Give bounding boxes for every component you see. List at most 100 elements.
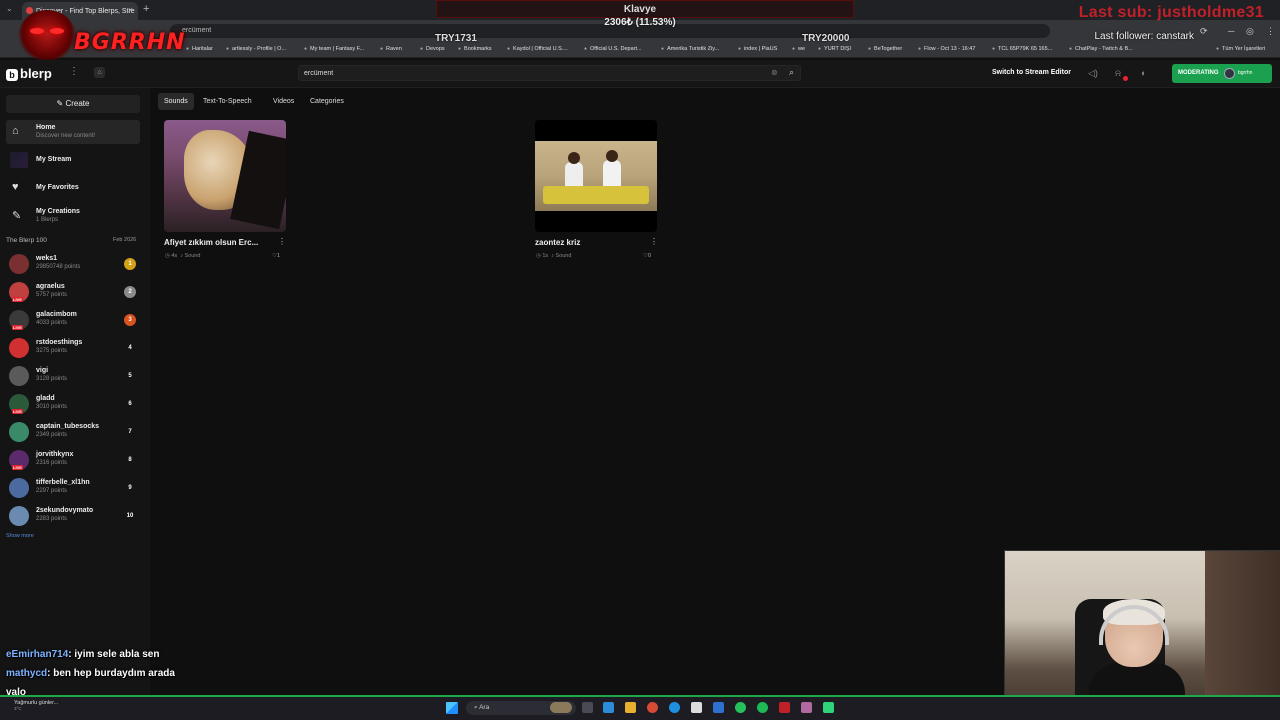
ranking-row[interactable]: vigi 3128 points 5 [6, 364, 140, 388]
switch-to-stream-editor-button[interactable]: Switch to Stream Editor [992, 69, 1071, 76]
more-options-icon[interactable]: ⋮ [650, 237, 658, 246]
ranking-name: jorvithkynx [36, 451, 74, 458]
blerp-meta: ◷ 4s ♪ Sound [165, 253, 200, 259]
bookmark[interactable]: Tüm Yer İşaretleri [1216, 46, 1265, 52]
rank-badge: 4 [128, 345, 132, 351]
search-input[interactable] [304, 68, 764, 79]
ranking-row[interactable]: captain_tubesocks 2349 points 7 [6, 420, 140, 444]
browser-icon[interactable] [669, 702, 680, 713]
last-sub-label: Last sub: justholdme31 [1078, 4, 1264, 21]
ranking-name: weks1 [36, 255, 58, 262]
ranking-row[interactable]: tifferbelle_xl1hn 2297 points 9 [6, 476, 140, 500]
blerp-logo-text: blerp [20, 66, 52, 81]
bookmark[interactable]: Official U.S. Depart... [584, 46, 642, 52]
sidebar-item-my-creations[interactable]: ✎ My Creations 1 Blerps [6, 204, 140, 228]
obs-icon[interactable] [801, 702, 812, 713]
store-icon[interactable] [691, 702, 702, 713]
like-button[interactable]: ♡1 [272, 253, 280, 259]
search-icon[interactable]: ⌕ [789, 67, 794, 78]
bookmark[interactable]: Kaydol | Official U.S.... [507, 46, 568, 52]
ranking-row[interactable]: LIVE jorvithkynx 2316 points 8 [6, 448, 140, 472]
stream-logo: BGRRHN [6, 4, 186, 66]
twitch-icon[interactable]: ◐ [1141, 68, 1146, 78]
discord-icon[interactable] [823, 702, 834, 713]
ranking-points: 3128 points [36, 376, 68, 382]
bookmark[interactable]: we [792, 46, 805, 52]
avatar [9, 254, 29, 274]
ranking-row[interactable]: 2sekundovymato 2283 points 10 [6, 504, 140, 528]
ranking-points: 29850748 points [36, 264, 81, 270]
chat-text: ben hep burdaydım arada [53, 668, 175, 679]
tab-videos[interactable]: Videos [267, 93, 300, 110]
sidebar-item-label: My Creations [36, 208, 80, 215]
tab-sounds[interactable]: Sounds [158, 93, 194, 110]
weather-widget[interactable]: Yağmurlu günler... 3°C [14, 700, 58, 711]
bookmark[interactable]: ChatPlay - Twitch & B... [1069, 46, 1133, 52]
moderating-button[interactable]: MODERATING bgrrhn [1172, 64, 1272, 83]
bookmark[interactable]: artlessly - Profile | O... [226, 46, 286, 52]
sidebar-item-my-favorites[interactable]: ♥ My Favorites [6, 176, 140, 200]
ranking-points: 3275 points [36, 348, 68, 354]
chat-user: eEmirhan714 [6, 649, 69, 660]
ranking-row[interactable]: LIVE gladd 3010 points 6 [6, 392, 140, 416]
show-more-link[interactable]: Show more [6, 533, 34, 539]
blerp-logo[interactable]: b blerp [6, 66, 52, 81]
bookmark[interactable]: Devops [420, 46, 445, 52]
ranking-row[interactable]: weks1 29850748 points 1 [6, 252, 140, 276]
chrome-icon[interactable] [647, 702, 658, 713]
widgets-icon[interactable] [550, 702, 572, 713]
blerp-type: Sound [555, 253, 572, 259]
bookmark[interactable]: BeTogether [868, 46, 902, 52]
notifications-icon[interactable]: ⍾ [1115, 68, 1121, 79]
tab-text-to-speech[interactable]: Text-To-Speech [197, 93, 258, 110]
home-icon: ⌂ [12, 125, 19, 137]
heart-icon: ♥ [12, 181, 19, 193]
ranking-row[interactable]: rstdoesthings 3275 points 4 [6, 336, 140, 360]
ranking-name: rstdoesthings [36, 339, 83, 346]
bookmark[interactable]: Bookmarks [458, 46, 492, 52]
app-icon[interactable] [779, 702, 790, 713]
blerp-title[interactable]: Afiyet zıkkım olsun Erc... [164, 238, 258, 247]
blerp-thumbnail[interactable] [164, 120, 286, 232]
search-box: ⊗ ⌕ [298, 65, 801, 81]
bookmark[interactable]: Raven [380, 46, 402, 52]
file-explorer-icon[interactable] [625, 702, 636, 713]
bookmark[interactable]: Haritalar [186, 46, 213, 52]
like-button[interactable]: ♡0 [643, 253, 651, 259]
screen: ⌄ Discover - Find Top Blerps, Stre × + e… [0, 0, 1280, 720]
rank-badge: 1 [124, 258, 136, 270]
sidebar-item-home[interactable]: ⌂ Home Discover new content! [6, 120, 140, 144]
volume-icon[interactable]: ◁) [1088, 68, 1098, 79]
mail-icon[interactable] [713, 702, 724, 713]
sidebar-item-label: My Favorites [36, 184, 79, 191]
task-view-icon[interactable] [582, 702, 593, 713]
ranking-name: gladd [36, 395, 55, 402]
more-options-icon[interactable]: ⋮ [69, 66, 79, 77]
home-icon[interactable]: ⌂ [94, 67, 105, 78]
windows-start-icon[interactable] [446, 702, 458, 714]
blerp-thumbnail[interactable] [535, 120, 657, 232]
edge-icon[interactable] [603, 702, 614, 713]
bookmark[interactable]: index | PiaUS [738, 46, 777, 52]
whatsapp-icon[interactable] [735, 702, 746, 713]
create-button[interactable]: ✎ Create [6, 95, 140, 113]
ranking-points: 4033 points [36, 320, 68, 326]
bookmark[interactable]: TCL 65P79K 65 165... [992, 46, 1052, 52]
sidebar-item-my-stream[interactable]: My Stream [6, 148, 140, 172]
more-options-icon[interactable]: ⋮ [278, 237, 286, 246]
spotify-icon[interactable] [757, 702, 768, 713]
clear-search-icon[interactable]: ⊗ [771, 68, 778, 77]
ranking-row[interactable]: LIVE agraelus 5757 points 2 [6, 280, 140, 304]
bookmark[interactable]: Amerika Turistik Ziy... [661, 46, 719, 52]
notification-badge [1123, 76, 1128, 81]
clock-icon: ◷ [165, 253, 170, 259]
bookmark[interactable]: YURT DIŞI [818, 46, 851, 52]
blerp-title[interactable]: zaontez kriz [535, 238, 580, 247]
ranking-name: agraelus [36, 283, 65, 290]
bookmark[interactable]: My team | Fantasy F... [304, 46, 364, 52]
tab-categories[interactable]: Categories [304, 93, 350, 110]
ranking-row[interactable]: LIVE galacimbom 4033 points 3 [6, 308, 140, 332]
live-badge: LIVE [12, 465, 23, 470]
bookmark[interactable]: Flow - Oct 13 - 16:47 [918, 46, 975, 52]
rank-badge: 6 [128, 401, 132, 407]
